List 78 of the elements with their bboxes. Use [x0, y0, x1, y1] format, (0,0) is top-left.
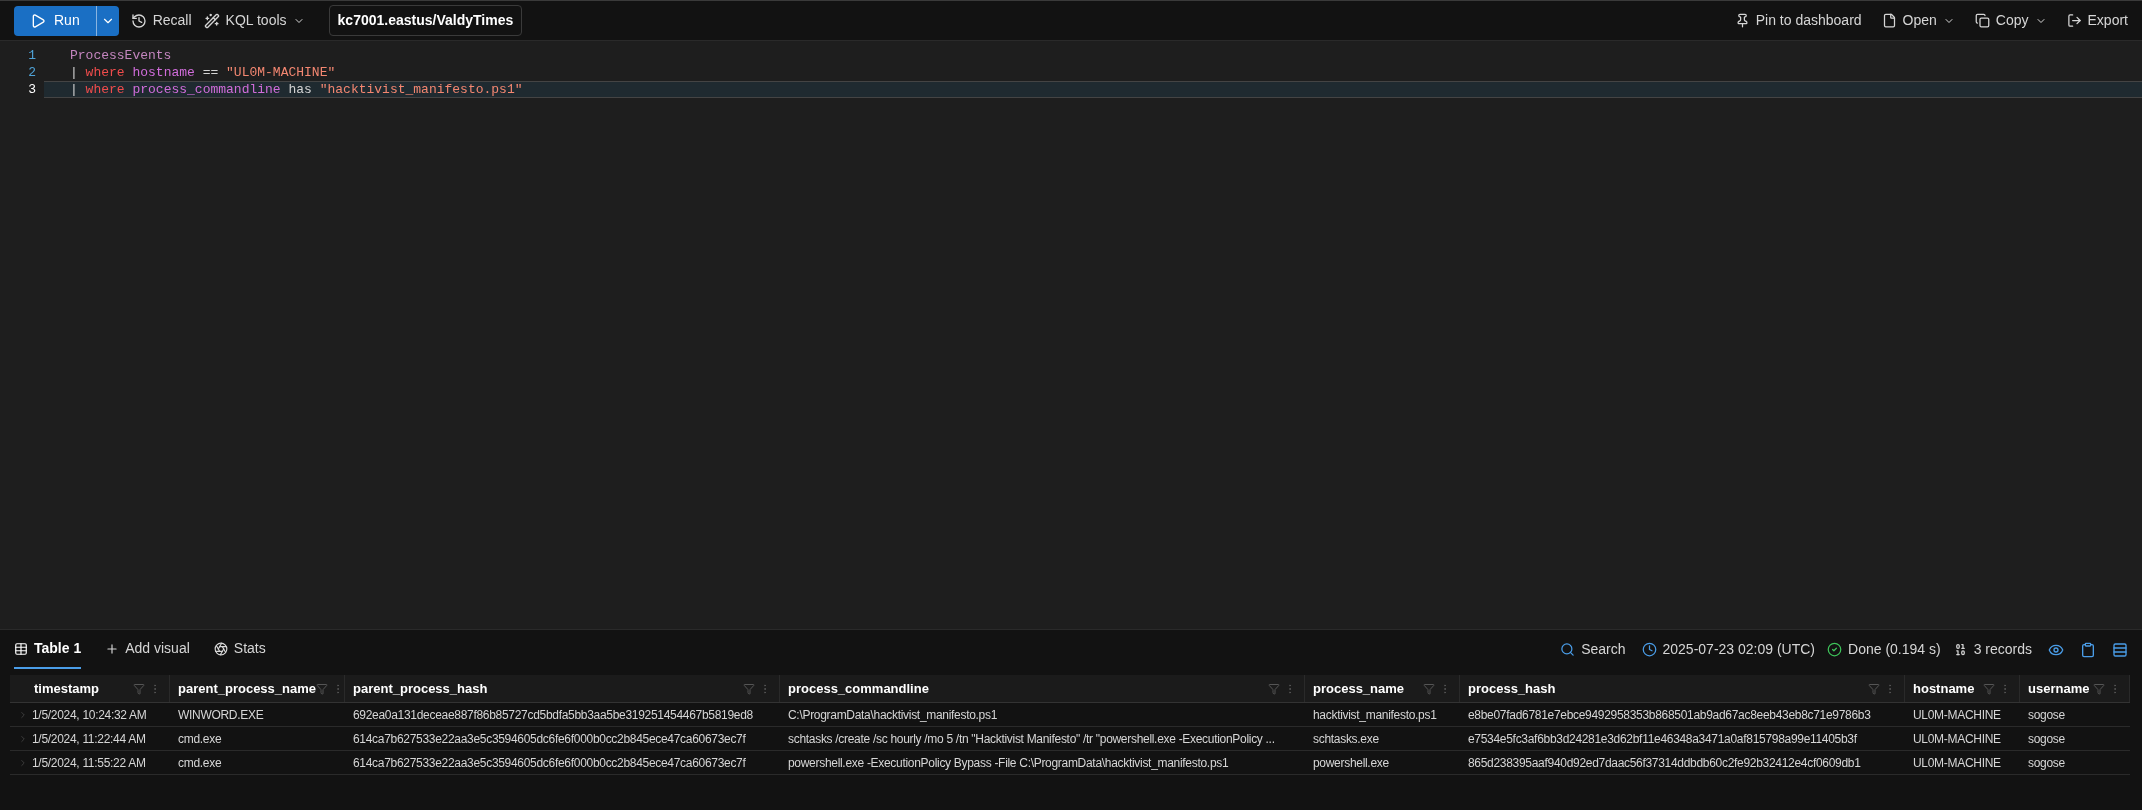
table-cell-text: e8be07fad6781e7ebce9492958353b868501ab9ad67ac8eeb43eb8c71e9786b3 — [1468, 706, 1871, 724]
column-header[interactable]: username — [2028, 678, 2090, 699]
filter-icon[interactable] — [1983, 682, 1995, 695]
column-header[interactable]: parent_process_name — [178, 678, 316, 699]
table-cell-text: WINWORD.EXE — [178, 706, 264, 724]
table-cell-text: C:\ProgramData\hacktivist_manifesto.ps1 — [788, 706, 998, 724]
table-cell-text: 1/5/2024, 10:24:32 AM — [32, 706, 147, 724]
copy-icon — [1974, 13, 1990, 28]
recall-button[interactable]: Recall — [130, 10, 192, 31]
expand-icon[interactable] — [18, 757, 28, 768]
filter-icon[interactable] — [133, 682, 145, 695]
results-tab[interactable]: Add visual — [105, 630, 190, 669]
filter-icon[interactable] — [316, 682, 328, 695]
filter-icon[interactable] — [1268, 682, 1280, 695]
column-header[interactable]: process_commandline — [788, 678, 929, 699]
clock-icon — [1641, 642, 1657, 657]
filter-icon[interactable] — [2093, 682, 2105, 695]
query-time: 2025-07-23 02:09 (UTC) — [1641, 639, 1816, 660]
column-header[interactable]: timestamp — [18, 678, 100, 699]
column-header[interactable]: hostname — [1913, 678, 1975, 699]
results-tab[interactable]: Stats — [213, 630, 266, 669]
table-cell-text: hacktivist_manifesto.ps1 — [1313, 706, 1437, 724]
history-icon — [130, 12, 147, 29]
toolbar-action[interactable]: Open — [1881, 10, 1955, 31]
table-cell-text: 614ca7b627533e22aa3e5c3594605dc6fe6f000b0cc2b845ece47ca60673ec7f — [353, 754, 746, 772]
database-label[interactable]: kc7001.eastus/ValdyTimes — [328, 5, 523, 36]
record-count: 3 records — [1952, 639, 2032, 660]
filter-icon[interactable] — [1423, 682, 1435, 695]
query-status: Done (0.194 s) — [1827, 639, 1941, 660]
search-button[interactable]: Search — [1560, 639, 1626, 660]
file-icon — [1881, 13, 1897, 28]
column-header[interactable]: process_name — [1313, 678, 1405, 699]
table-cell-text: UL0M-MACHINE — [1913, 754, 2001, 772]
table-cell-text: UL0M-MACHINE — [1913, 730, 2001, 748]
table-cell-text: sogose — [2028, 706, 2065, 724]
toolbar-action[interactable]: Export — [2066, 10, 2128, 31]
check-icon — [1827, 642, 1843, 657]
code-line: | where hostname == "UL0M-MACHINE" — [69, 64, 337, 81]
wand-icon — [203, 12, 220, 29]
table-cell-text: cmd.exe — [178, 754, 222, 772]
table-cell-text: 865d238395aaf940d92ed7daac56f37314ddbdb60c2fe92b32412e4cf0609db1 — [1468, 754, 1861, 772]
add-icon — [105, 641, 120, 656]
search-icon — [1560, 642, 1576, 657]
expand-icon[interactable] — [18, 733, 28, 744]
table-cell-text: 1/5/2024, 11:55:22 AM — [32, 754, 146, 772]
column-header[interactable]: parent_process_hash — [353, 678, 488, 699]
export-icon — [2066, 13, 2082, 28]
run-button[interactable]: Run — [14, 5, 96, 36]
play-icon — [30, 12, 46, 29]
expand-icon[interactable] — [18, 709, 28, 720]
line-number: 2 — [27, 63, 37, 82]
table-cell-text: powershell.exe -ExecutionPolicy Bypass -File C:\ProgramData\hacktivist_manifesto.ps1 — [788, 754, 1229, 772]
stats-icon — [213, 641, 228, 656]
table-cell-text: powershell.exe — [1313, 754, 1389, 772]
table-cell-text: UL0M-MACHINE — [1913, 706, 2001, 724]
table-cell-text: schtasks.exe — [1313, 730, 1379, 748]
kql-tools-button[interactable]: KQL tools — [203, 10, 305, 31]
column-header[interactable]: process_hash — [1468, 678, 1556, 699]
pin-icon — [1734, 13, 1750, 28]
filter-icon[interactable] — [743, 682, 755, 695]
table-icon — [14, 641, 28, 656]
line-number: 3 — [27, 80, 37, 99]
run-dropdown-button[interactable] — [95, 5, 119, 36]
filter-icon[interactable] — [1868, 682, 1880, 695]
clipboard-icon[interactable] — [2080, 641, 2096, 658]
table-cell-text: cmd.exe — [178, 730, 222, 748]
rows-icon[interactable] — [2112, 641, 2128, 658]
table-cell-text: sogose — [2028, 754, 2065, 772]
table-cell-text: 614ca7b627533e22aa3e5c3594605dc6fe6f000b0cc2b845ece47ca60673ec7f — [353, 730, 746, 748]
code-line: ProcessEvents — [69, 47, 173, 64]
table-cell-text: schtasks /create /sc hourly /mo 5 /tn "Hacktivist Manifesto" /tr "powershell.exe -ExecutionPolicy ... — [788, 730, 1275, 748]
table-cell-text: 692ea0a131deceae887f86b85727cd5bdfa5bb3aa5be319251454467b5819ed8 — [353, 706, 753, 724]
table-cell-text: 1/5/2024, 11:22:44 AM — [32, 730, 146, 748]
table-cell-text: e7534e5fc3af6bb3d24281e3d62bf11e46348a3471a0af815798a99e11405b3f — [1468, 730, 1857, 748]
toolbar-action[interactable]: Pin to dashboard — [1734, 10, 1862, 31]
line-number: 1 — [27, 46, 37, 65]
toolbar-action[interactable]: Copy — [1974, 10, 2047, 31]
table-cell-text: sogose — [2028, 730, 2065, 748]
